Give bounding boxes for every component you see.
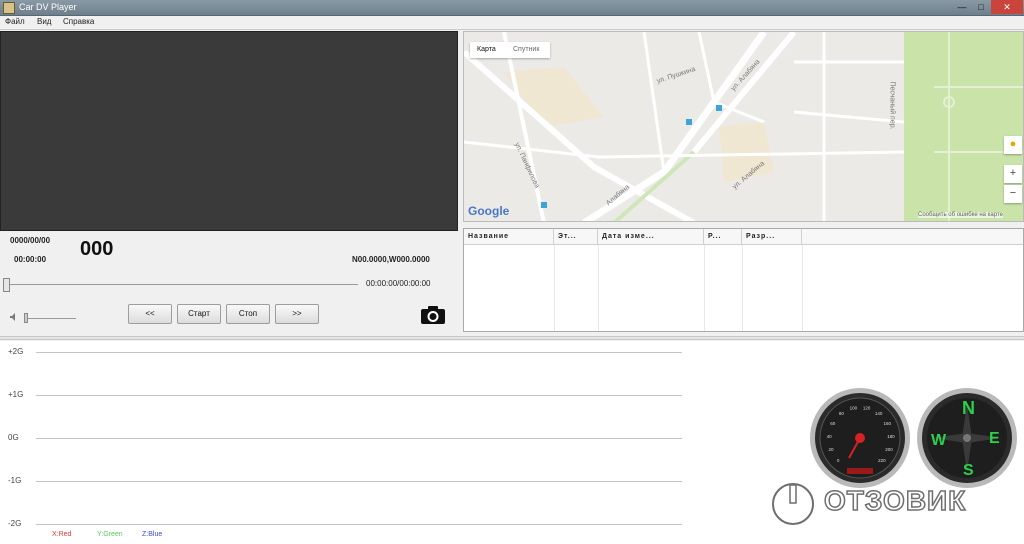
panel-divider[interactable] (0, 336, 1024, 340)
camera-icon[interactable] (420, 305, 446, 325)
seek-slider-track[interactable] (8, 284, 358, 285)
time-readout: 00:00:00 (14, 255, 47, 264)
zoom-out-button[interactable]: − (1004, 185, 1022, 203)
column-header-date[interactable]: Дата изме... (598, 229, 704, 245)
stop-button[interactable]: Стоп (226, 304, 270, 324)
column-divider (554, 245, 555, 331)
column-header-type[interactable]: Эт... (554, 229, 598, 245)
volume-icon (9, 312, 19, 325)
column-header-resolution[interactable]: Разр... (742, 229, 802, 245)
title-bar: Car DV Player — □ ✕ (0, 0, 1024, 16)
gsensor-gridline (36, 481, 682, 482)
speedometer-tick-label: 160 (883, 421, 891, 426)
date-readout: 0000/00/00 (10, 236, 51, 245)
menu-view[interactable]: Вид (37, 17, 51, 26)
watermark-text: ОТЗОВИК (823, 484, 967, 517)
gps-coords: N00.0000,W000.0000 (352, 255, 430, 264)
gauge-cluster: 0 20 40 60 80 100 120 140 160 180 200 220 N E S W (805, 388, 1020, 488)
gsensor-gridline (36, 438, 682, 439)
volume-slider-track[interactable] (24, 318, 76, 319)
compass-west: W (931, 432, 947, 449)
seek-time: 00:00:00/00:00:00 (366, 279, 431, 288)
pegman-icon[interactable]: ● (1004, 136, 1022, 154)
gsensor-gridline (36, 352, 682, 353)
rewind-button[interactable]: << (128, 304, 172, 324)
menu-bar: Файл Вид Справка (0, 16, 1024, 30)
watermark-logo-icon (770, 481, 816, 527)
video-panel[interactable] (0, 31, 458, 231)
speedometer-tick-label: 40 (827, 434, 833, 439)
map-type-toggle: Карта Спутник (470, 42, 550, 58)
legend-y: Y:Green (97, 531, 123, 538)
zoom-in-button[interactable]: + (1004, 165, 1022, 183)
column-header-name[interactable]: Название (464, 229, 554, 245)
column-divider (704, 245, 705, 331)
gsensor-gridline (36, 524, 682, 525)
street-label: Песчаный пер. (888, 81, 896, 130)
gsensor-label-minus1: -1G (8, 476, 22, 485)
table-header: Название Эт... Дата изме... Р... Разр... (464, 229, 1023, 245)
legend-x: X:Red (52, 531, 72, 538)
speedometer-tick-label: 60 (830, 421, 836, 426)
file-table[interactable]: Название Эт... Дата изме... Р... Разр... (463, 228, 1024, 332)
column-divider (802, 245, 803, 331)
map-roads (464, 32, 1023, 221)
column-divider (598, 245, 599, 331)
legend-z: Z:Blue (142, 531, 163, 538)
gsensor-label-zero: 0G (8, 433, 19, 442)
gsensor-gridline (36, 395, 682, 396)
google-logo: Google (468, 204, 510, 218)
tab-map[interactable]: Карта (477, 46, 496, 53)
app-icon (3, 2, 15, 14)
speedometer-tick-label: 20 (828, 447, 834, 452)
menu-help[interactable]: Справка (63, 17, 94, 26)
compass-south: S (963, 462, 974, 479)
gsensor-label-plus1: +1G (8, 390, 24, 399)
map-attribution[interactable]: Сообщить об ошибке на карте (918, 212, 1003, 218)
gsensor-label-minus2: -2G (8, 519, 22, 528)
volume-slider-thumb[interactable] (24, 313, 28, 323)
speedometer-gauge: 020406080100 120140160180200220 (810, 388, 910, 488)
compass-north: N (962, 398, 975, 418)
tab-satellite[interactable]: Спутник (513, 46, 539, 53)
forward-button[interactable]: >> (275, 304, 319, 324)
speedometer-tick-label: 140 (875, 411, 883, 416)
window-title: Car DV Player (19, 2, 77, 12)
maximize-button[interactable]: □ (972, 0, 990, 14)
gsensor-label-plus2: +2G (8, 347, 24, 356)
map-panel[interactable]: ул. Пушкина ул. Алабяна ул. Панфилова Ал… (463, 31, 1024, 222)
compass-east: E (989, 430, 1000, 447)
speedometer-tick-label: 80 (839, 411, 845, 416)
start-button[interactable]: Старт (177, 304, 221, 324)
watermark: ОТЗОВИК (768, 479, 1018, 529)
speedometer-tick-label: 200 (885, 447, 893, 452)
column-divider (742, 245, 743, 331)
close-button[interactable]: ✕ (991, 0, 1023, 14)
speed-readout: 000 (80, 238, 114, 260)
speedometer-tick-label: 120 (863, 406, 871, 411)
speedometer-tick-label: 180 (887, 434, 895, 439)
column-header-size[interactable]: Р... (704, 229, 742, 245)
speedometer-tick-label: 220 (878, 458, 886, 463)
speedometer-tick-label: 100 (850, 406, 858, 411)
minimize-button[interactable]: — (953, 0, 971, 14)
app-window: Car DV Player — □ ✕ Файл Вид Справка 000… (0, 0, 1024, 544)
seek-slider-thumb[interactable] (3, 278, 10, 292)
menu-file[interactable]: Файл (5, 17, 25, 26)
